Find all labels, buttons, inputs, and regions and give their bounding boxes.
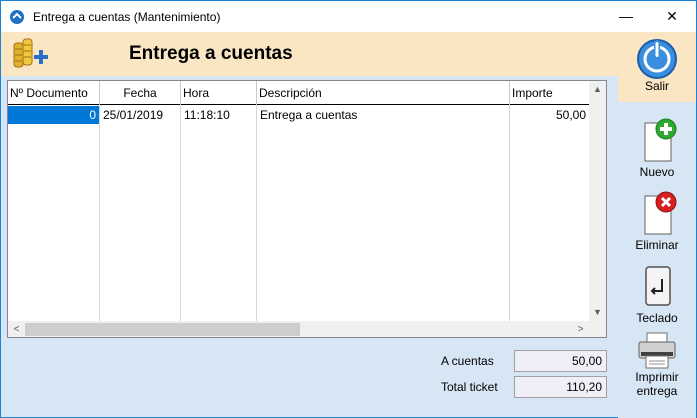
entries-table[interactable]: Nº Documento Fecha Hora Descripción Impo… (7, 80, 607, 338)
scrollbar-corner (589, 321, 606, 337)
teclado-button[interactable]: Teclado (618, 263, 696, 325)
window-title: Entrega a cuentas (Mantenimiento) (33, 10, 221, 24)
column-divider (180, 105, 181, 323)
vertical-scrollbar[interactable]: ▲ ▼ (589, 81, 606, 321)
total-ticket-row: Total ticket 110,20 (401, 376, 611, 398)
power-icon (637, 39, 677, 79)
scroll-down-button[interactable]: ▼ (589, 304, 606, 321)
eliminar-button[interactable]: Eliminar (618, 190, 696, 252)
delete-document-icon (644, 191, 677, 235)
imprimir-entrega-button[interactable]: Imprimir entrega (618, 332, 696, 398)
cell-hora[interactable]: 11:18:10 (181, 106, 256, 124)
teclado-label: Teclado (636, 311, 678, 325)
scroll-left-button[interactable]: < (8, 321, 25, 337)
toolbar-sidebar: Salir Nuevo Eliminar Teclado Imprimir en… (618, 32, 696, 418)
column-divider (256, 105, 257, 323)
column-header-importe[interactable]: Importe (510, 81, 589, 105)
title-bar[interactable]: Entrega a cuentas (Mantenimiento) — ✕ (1, 1, 696, 32)
table-row[interactable]: 0 25/01/2019 11:18:10 Entrega a cuentas … (8, 106, 589, 124)
total-ticket-label: Total ticket (441, 380, 498, 394)
column-header-documento[interactable]: Nº Documento (8, 81, 100, 105)
cell-importe[interactable]: 50,00 (510, 106, 589, 124)
minimize-button[interactable]: — (603, 1, 649, 32)
app-icon (10, 10, 24, 24)
keyboard-enter-icon (645, 266, 671, 306)
form-header: Entrega a cuentas (1, 32, 618, 76)
salir-label: Salir (644, 79, 669, 93)
a-cuentas-row: A cuentas 50,00 (401, 350, 611, 372)
horizontal-scroll-thumb[interactable] (25, 323, 300, 336)
column-divider (509, 105, 510, 323)
imprimir-label-2: entrega (636, 384, 678, 398)
coins-plus-icon (13, 38, 48, 68)
close-button[interactable]: ✕ (649, 1, 695, 32)
column-divider (99, 105, 100, 323)
salir-button[interactable]: Salir (618, 35, 696, 93)
eliminar-label: Eliminar (635, 238, 679, 252)
column-header-hora[interactable]: Hora (181, 81, 257, 105)
a-cuentas-value: 50,00 (514, 350, 607, 372)
horizontal-scrollbar[interactable]: < > (8, 321, 589, 337)
imprimir-label-1: Imprimir (635, 370, 679, 384)
column-header-descripcion[interactable]: Descripción (257, 81, 510, 105)
nuevo-button[interactable]: Nuevo (618, 117, 696, 179)
app-window: Entrega a cuentas (Mantenimiento) — ✕ En… (0, 0, 697, 418)
cell-documento[interactable]: 0 (8, 106, 99, 124)
a-cuentas-label: A cuentas (441, 354, 494, 368)
scroll-up-button[interactable]: ▲ (589, 81, 606, 98)
column-header-fecha[interactable]: Fecha (100, 81, 181, 105)
total-ticket-value: 110,20 (514, 376, 607, 398)
cell-descripcion[interactable]: Entrega a cuentas (257, 106, 509, 124)
page-title: Entrega a cuentas (129, 43, 293, 64)
scroll-right-button[interactable]: > (572, 321, 589, 337)
nuevo-label: Nuevo (639, 165, 675, 179)
table-header: Nº Documento Fecha Hora Descripción Impo… (8, 81, 589, 105)
printer-icon (638, 332, 676, 369)
new-document-icon (644, 118, 677, 162)
cell-fecha[interactable]: 25/01/2019 (100, 106, 180, 124)
